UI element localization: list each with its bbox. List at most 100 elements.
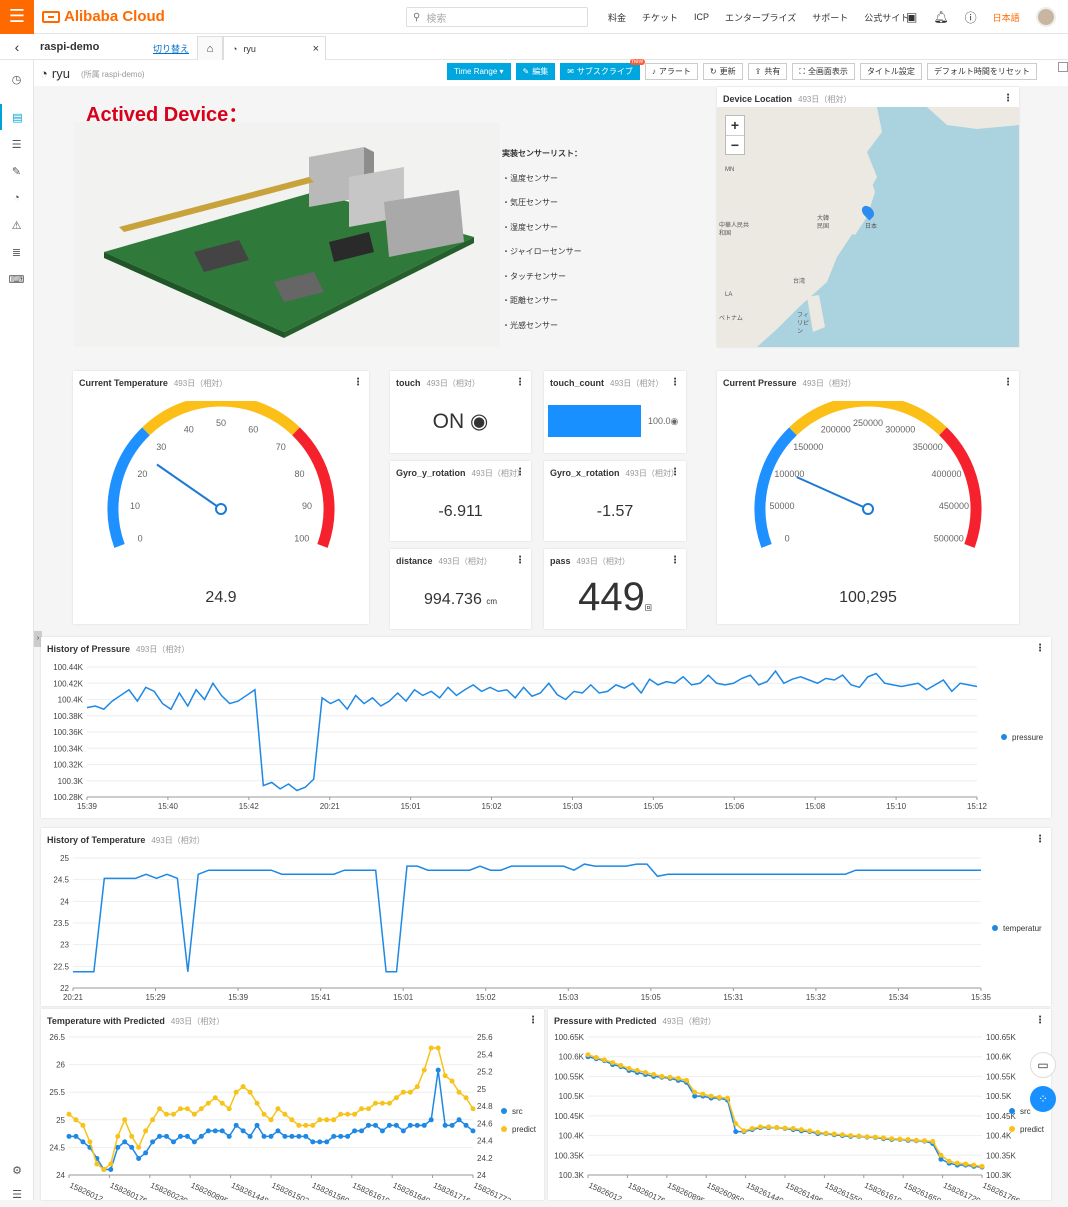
more-icon[interactable]: ⋮ xyxy=(353,377,363,388)
gauge-tick: 450000 xyxy=(939,501,969,511)
back-icon[interactable]: ‹ xyxy=(0,34,34,60)
clock-icon[interactable]: ◷ xyxy=(0,66,33,92)
x-tick-label: 158261716 xyxy=(432,1181,473,1200)
more-icon[interactable]: ⋮ xyxy=(515,555,525,566)
data-point xyxy=(839,1132,845,1138)
gauge-tick: 350000 xyxy=(913,442,943,452)
nav-pricing[interactable]: 料金 xyxy=(600,11,634,24)
refresh-button[interactable]: ↻ 更新 xyxy=(702,63,743,80)
panel-title: Gyro_x_rotation 493日（相対） xyxy=(550,468,679,478)
more-icon[interactable]: ⋮ xyxy=(515,377,525,388)
y-tick-label: 100.35K xyxy=(554,1151,584,1160)
collapse-menu-icon[interactable]: ☰ xyxy=(0,1181,34,1207)
data-point xyxy=(136,1155,142,1161)
more-icon[interactable]: ⋮ xyxy=(670,377,680,388)
legend-marker xyxy=(501,1126,507,1132)
data-point xyxy=(386,1122,392,1128)
avatar[interactable] xyxy=(1035,7,1056,27)
y2-tick-label: 100.6K xyxy=(986,1053,1012,1062)
corner-toggle[interactable] xyxy=(1058,62,1068,72)
terminal-icon[interactable]: ▣ xyxy=(906,10,917,24)
data-point xyxy=(463,1095,469,1101)
data-point xyxy=(275,1106,281,1112)
more-icon[interactable]: ⋮ xyxy=(515,467,525,478)
nav-enterprise[interactable]: エンタープライズ xyxy=(717,11,804,24)
more-icon[interactable]: ⋮ xyxy=(670,555,680,566)
zoom-out-button[interactable]: − xyxy=(726,136,744,155)
toolbar: Time Range ▾ ✎ 編集 ✉ サブスクライブ new ♪ アラート ↻ 更新 ⇪… xyxy=(447,59,1037,80)
data-point xyxy=(414,1084,420,1090)
pie-icon[interactable]: ◔ xyxy=(0,185,33,211)
chat-icon[interactable]: ▭ xyxy=(1030,1052,1056,1078)
brand-logo[interactable]: Alibaba Cloud xyxy=(42,8,165,25)
gauge-tick: 0 xyxy=(785,533,790,543)
home-tab-icon[interactable]: ⌂ xyxy=(197,36,223,60)
sensor-item: ・距離センサー xyxy=(502,296,558,305)
nav-icp[interactable]: ICP xyxy=(686,12,717,22)
data-point xyxy=(205,1128,211,1134)
database-icon[interactable]: ☰ xyxy=(0,131,33,157)
data-point xyxy=(143,1150,149,1156)
subscribe-button[interactable]: ✉ サブスクライブ new xyxy=(560,59,645,80)
nav-support[interactable]: サポート xyxy=(804,11,856,24)
language-switch[interactable]: 日本語 xyxy=(993,11,1020,24)
y-tick-label: 100.3K xyxy=(58,777,84,786)
data-point xyxy=(421,1067,427,1073)
bell-icon[interactable]: 🔔︎ xyxy=(933,10,948,24)
sensor-list: 実装センサーリスト： ・温度センサー ・気圧センサー ・湿度センサー ・ジャイロ… xyxy=(502,142,582,338)
data-point xyxy=(407,1122,413,1128)
y-tick-label: 100.4K xyxy=(58,696,84,705)
data-point xyxy=(979,1163,985,1169)
data-point xyxy=(157,1133,163,1139)
project-name: raspi-demo xyxy=(40,41,100,53)
edit-doc-icon[interactable]: ✎ xyxy=(0,158,33,184)
panel-title: touch 493日（相対） xyxy=(396,378,480,388)
close-icon[interactable]: × xyxy=(313,43,319,55)
alarm-icon[interactable]: ⚠ xyxy=(0,212,33,238)
mail-icon: ✉ xyxy=(567,67,574,76)
data-point xyxy=(157,1106,163,1112)
data-point xyxy=(725,1095,731,1101)
data-point xyxy=(268,1117,274,1123)
data-point xyxy=(352,1111,358,1117)
data-point xyxy=(191,1111,197,1117)
share-button[interactable]: ⇪ 共有 xyxy=(747,63,788,80)
nav-ticket[interactable]: チケット xyxy=(634,11,686,24)
series-line xyxy=(68,1047,474,1171)
x-tick-label: 15:01 xyxy=(401,802,422,811)
data-point xyxy=(684,1077,689,1083)
list-icon[interactable]: ≣ xyxy=(0,239,33,265)
menu-icon[interactable]: ☰ xyxy=(0,0,34,34)
more-icon[interactable]: ⋮ xyxy=(1003,93,1013,104)
more-icon[interactable]: ⋮ xyxy=(670,467,680,478)
settings-icon[interactable]: ⚙ xyxy=(0,1157,34,1183)
more-icon[interactable]: ⋮ xyxy=(1003,377,1013,388)
data-point xyxy=(790,1125,796,1131)
tab-ryu[interactable]: ◔ ryu × xyxy=(223,36,326,61)
y2-tick-label: 25.2 xyxy=(477,1068,493,1077)
zoom-in-button[interactable]: + xyxy=(726,116,744,136)
data-point xyxy=(442,1122,448,1128)
data-point xyxy=(414,1122,420,1128)
dashboard-doc-icon[interactable]: ▤ xyxy=(0,104,33,130)
time-range-button[interactable]: Time Range ▾ xyxy=(447,63,511,80)
search-input[interactable]: ⚲ 検索 xyxy=(406,7,588,27)
x-tick-label: 158261766 xyxy=(981,1181,1022,1200)
sensor-item: ・温度センサー xyxy=(502,173,558,183)
data-point xyxy=(379,1128,385,1134)
fullscreen-button[interactable]: ⛶ 全画面表示 xyxy=(792,63,855,80)
x-tick-label: 15:34 xyxy=(888,993,909,1002)
help-icon[interactable]: ⓘ xyxy=(965,9,977,26)
set-title-button[interactable]: タイトル設定 xyxy=(859,63,922,80)
data-point xyxy=(692,1089,698,1095)
alert-button[interactable]: ♪ アラート xyxy=(644,63,698,80)
switch-project-link[interactable]: 切り替え xyxy=(153,42,189,55)
gauge-tick: 100 xyxy=(294,533,309,543)
data-point xyxy=(897,1136,903,1142)
device-icon[interactable]: ⌨ xyxy=(0,266,33,292)
progress-track xyxy=(548,405,641,437)
edit-button[interactable]: ✎ 編集 xyxy=(515,63,556,80)
apps-icon[interactable]: ⁘ xyxy=(1030,1086,1056,1112)
reset-time-button[interactable]: デフォルト時間をリセット xyxy=(926,63,1037,80)
data-point xyxy=(667,1074,673,1080)
